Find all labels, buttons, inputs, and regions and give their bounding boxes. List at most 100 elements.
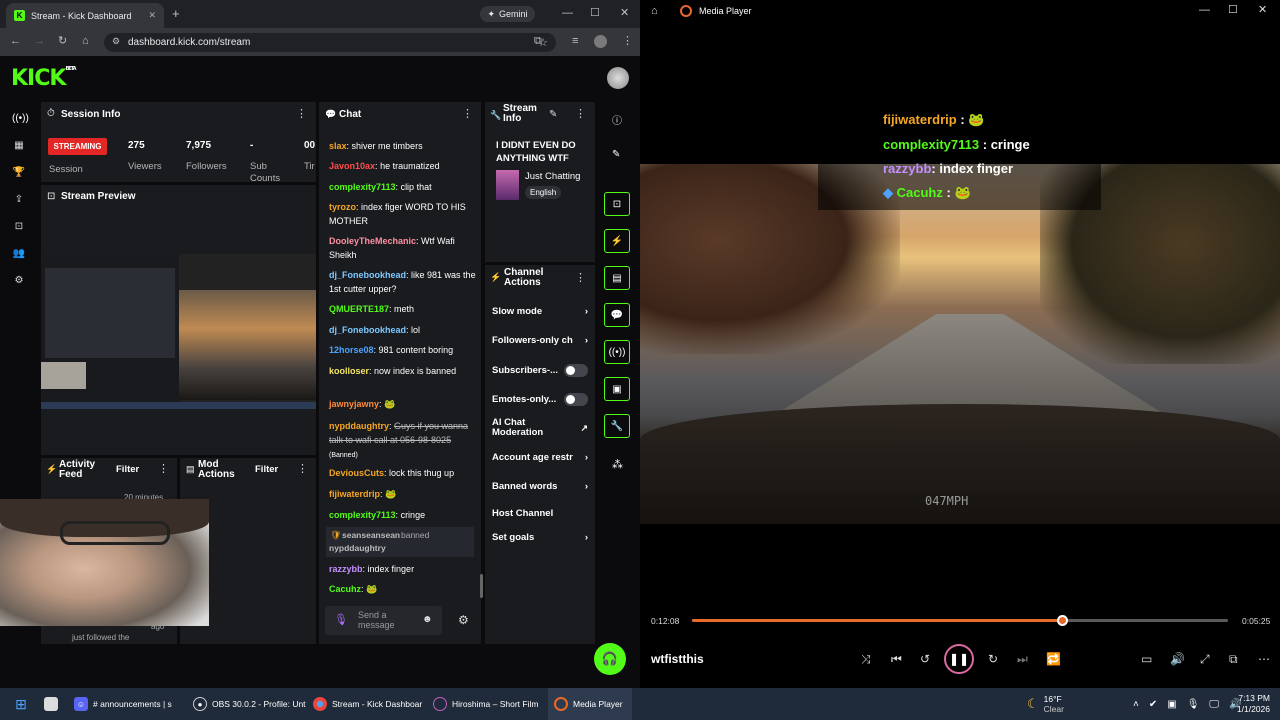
microphone-tray-icon[interactable]: 🎙	[1187, 699, 1200, 710]
taskbar-hiroshima[interactable]: Hiroshima – Short Film	[433, 688, 538, 720]
cast-icon[interactable]: ⧉	[534, 36, 542, 47]
chevron-up-icon[interactable]: ˄	[1133, 699, 1139, 710]
banned-words-action[interactable]: Banned words ›	[492, 481, 588, 492]
activity-filter-button[interactable]: Filter	[116, 464, 139, 475]
gemini-button[interactable]: ✦ Gemini	[480, 6, 535, 22]
chat-username[interactable]: DooleyTheMechanic	[329, 236, 416, 246]
shuffle-icon[interactable]: ⤨	[861, 652, 871, 667]
seek-knob[interactable]	[1056, 615, 1068, 626]
emotes-only-action[interactable]: Emotes-only...	[492, 393, 588, 406]
capture-button[interactable]: ⊡	[604, 192, 630, 216]
activity-menu-icon[interactable]: ⋮	[158, 464, 169, 475]
close-window-icon[interactable]: ✕	[620, 8, 629, 19]
chat-username[interactable]: razzybb	[329, 564, 363, 574]
chat-username[interactable]: koolloser	[329, 366, 369, 376]
video-frame[interactable]: 047MPH	[640, 164, 1280, 524]
rewind-10-icon[interactable]: ↺	[920, 652, 930, 666]
mod-menu-icon[interactable]: ⋮	[297, 464, 308, 475]
reload-icon[interactable]: ↻	[58, 36, 67, 47]
network-icon[interactable]: 🖵	[1209, 699, 1219, 710]
home-icon[interactable]: ⌂	[651, 5, 658, 17]
clock[interactable]: 7:13 PM 1/1/2026	[1232, 688, 1270, 720]
app-tray-icon[interactable]: ✔	[1149, 699, 1157, 710]
category-name[interactable]: Just Chatting	[525, 171, 580, 182]
media-icon[interactable]: ≡	[572, 36, 578, 47]
file-explorer-button[interactable]	[44, 688, 58, 720]
kick-logo[interactable]: KICKBETA	[11, 66, 77, 91]
ai-moderation-action[interactable]: AI Chat Moderation ↗	[492, 418, 588, 438]
seek-bar[interactable]	[692, 615, 1228, 626]
support-headset-button[interactable]: 🎧	[594, 643, 626, 675]
slow-mode-action[interactable]: Slow mode ›	[492, 306, 588, 317]
chat-scrollbar[interactable]	[480, 574, 483, 598]
stream-info-menu-icon[interactable]: ⋮	[575, 109, 586, 120]
trophy-icon[interactable]: 🏆	[12, 167, 26, 181]
channel-actions-menu-icon[interactable]: ⋮	[575, 273, 586, 284]
back-icon[interactable]: ←	[10, 36, 21, 47]
close-tab-icon[interactable]: ✕	[148, 10, 156, 21]
share-icon[interactable]: ⁂	[612, 458, 623, 471]
new-tab-button[interactable]: +	[172, 7, 180, 20]
chat-username[interactable]: dj_Fonebookhead	[329, 270, 406, 280]
emotes-toggle[interactable]	[564, 393, 588, 406]
user-avatar[interactable]	[607, 67, 629, 89]
chat-username[interactable]: fijiwaterdrip	[329, 489, 380, 499]
start-button[interactable]: ⊞	[14, 688, 28, 720]
taskbar-discord[interactable]: ☺ # announcements | s	[74, 688, 172, 720]
miniplayer-icon[interactable]: ⧉	[1229, 652, 1238, 667]
volume-icon[interactable]: 🔊	[1170, 652, 1185, 666]
chat-menu-icon[interactable]: ⋮	[462, 109, 473, 120]
upload-icon[interactable]: ⇪	[12, 194, 26, 208]
chat-username[interactable]: DeviousCuts	[329, 468, 384, 478]
browser-tab[interactable]: K Stream - Kick Dashboard ✕	[6, 3, 164, 28]
chat-username[interactable]: slax	[329, 141, 347, 151]
profile-avatar-icon[interactable]	[594, 35, 607, 48]
chat-username[interactable]: dj_Fonebookhead	[329, 325, 406, 335]
users-icon[interactable]: 👥	[12, 248, 26, 262]
settings-gear-icon[interactable]: ⚙	[12, 275, 26, 289]
weather-widget[interactable]: ☾ 16°F Clear	[1027, 688, 1064, 720]
chat-username[interactable]: QMUERTE187	[329, 304, 389, 314]
url-bar[interactable]: ⚙ dashboard.kick.com/stream ☆	[104, 33, 556, 52]
chat-username[interactable]: complexity7113	[329, 182, 396, 192]
broadcast-button[interactable]: ((•))	[604, 340, 630, 364]
fullscreen-icon[interactable]: ⤢	[1200, 652, 1210, 667]
repeat-off-icon[interactable]: 🔁	[1046, 652, 1061, 666]
close-window-icon[interactable]: ✕	[1258, 5, 1267, 16]
chat-input[interactable]: 🎙 Send a message ☻	[325, 606, 442, 635]
maximize-icon[interactable]: ☐	[1228, 5, 1238, 16]
edit-pencil-icon[interactable]: ✎	[549, 109, 557, 120]
chat-username[interactable]: 12horse08	[329, 345, 374, 355]
site-info-icon[interactable]: ⚙	[112, 36, 120, 47]
host-channel-action[interactable]: Host Channel	[492, 508, 588, 519]
notes-button[interactable]: ▤	[604, 266, 630, 290]
set-goals-action[interactable]: Set goals ›	[492, 532, 588, 543]
pause-button[interactable]: ❚❚	[944, 644, 974, 674]
chat-username[interactable]: complexity7113	[329, 510, 396, 520]
taskbar-media-player[interactable]: Media Player	[548, 688, 632, 720]
forward-icon[interactable]: →	[34, 36, 45, 47]
subtitles-icon[interactable]: ▭	[1141, 652, 1152, 666]
chat-bubble-button[interactable]: 💬	[604, 303, 630, 327]
info-icon[interactable]: ⓘ	[612, 112, 622, 127]
chat-username[interactable]: nypddaughtry	[329, 421, 389, 431]
lightning-button[interactable]: ⚡	[604, 229, 630, 253]
chat-username[interactable]: tyrozo	[329, 202, 356, 212]
chat-username[interactable]: jawnyjawny	[329, 399, 379, 409]
tray-app-icon[interactable]: ▣	[1167, 699, 1176, 710]
next-icon[interactable]: ⏭	[1017, 652, 1028, 667]
browser-menu-icon[interactable]: ⋮	[622, 36, 633, 47]
taskbar-chrome[interactable]: Stream - Kick Dashboar	[313, 688, 422, 720]
capture-icon[interactable]: ⊡	[12, 221, 26, 235]
preview-video[interactable]	[41, 254, 316, 409]
previous-icon[interactable]: ⏮	[891, 652, 902, 667]
chat-username[interactable]: Cacuhz	[329, 584, 361, 594]
stream-broadcast-icon[interactable]: ((•))	[12, 113, 29, 127]
forward-30-icon[interactable]: ↻	[988, 652, 998, 666]
account-age-action[interactable]: Account age restr ›	[492, 452, 588, 463]
subscribers-toggle[interactable]	[564, 364, 588, 377]
home-icon[interactable]: ⌂	[82, 36, 89, 47]
taskbar-obs[interactable]: ● OBS 30.0.2 - Profile: Unt	[193, 688, 306, 720]
session-menu-icon[interactable]: ⋮	[296, 109, 307, 120]
chat-settings-icon[interactable]: ⚙	[458, 614, 469, 626]
